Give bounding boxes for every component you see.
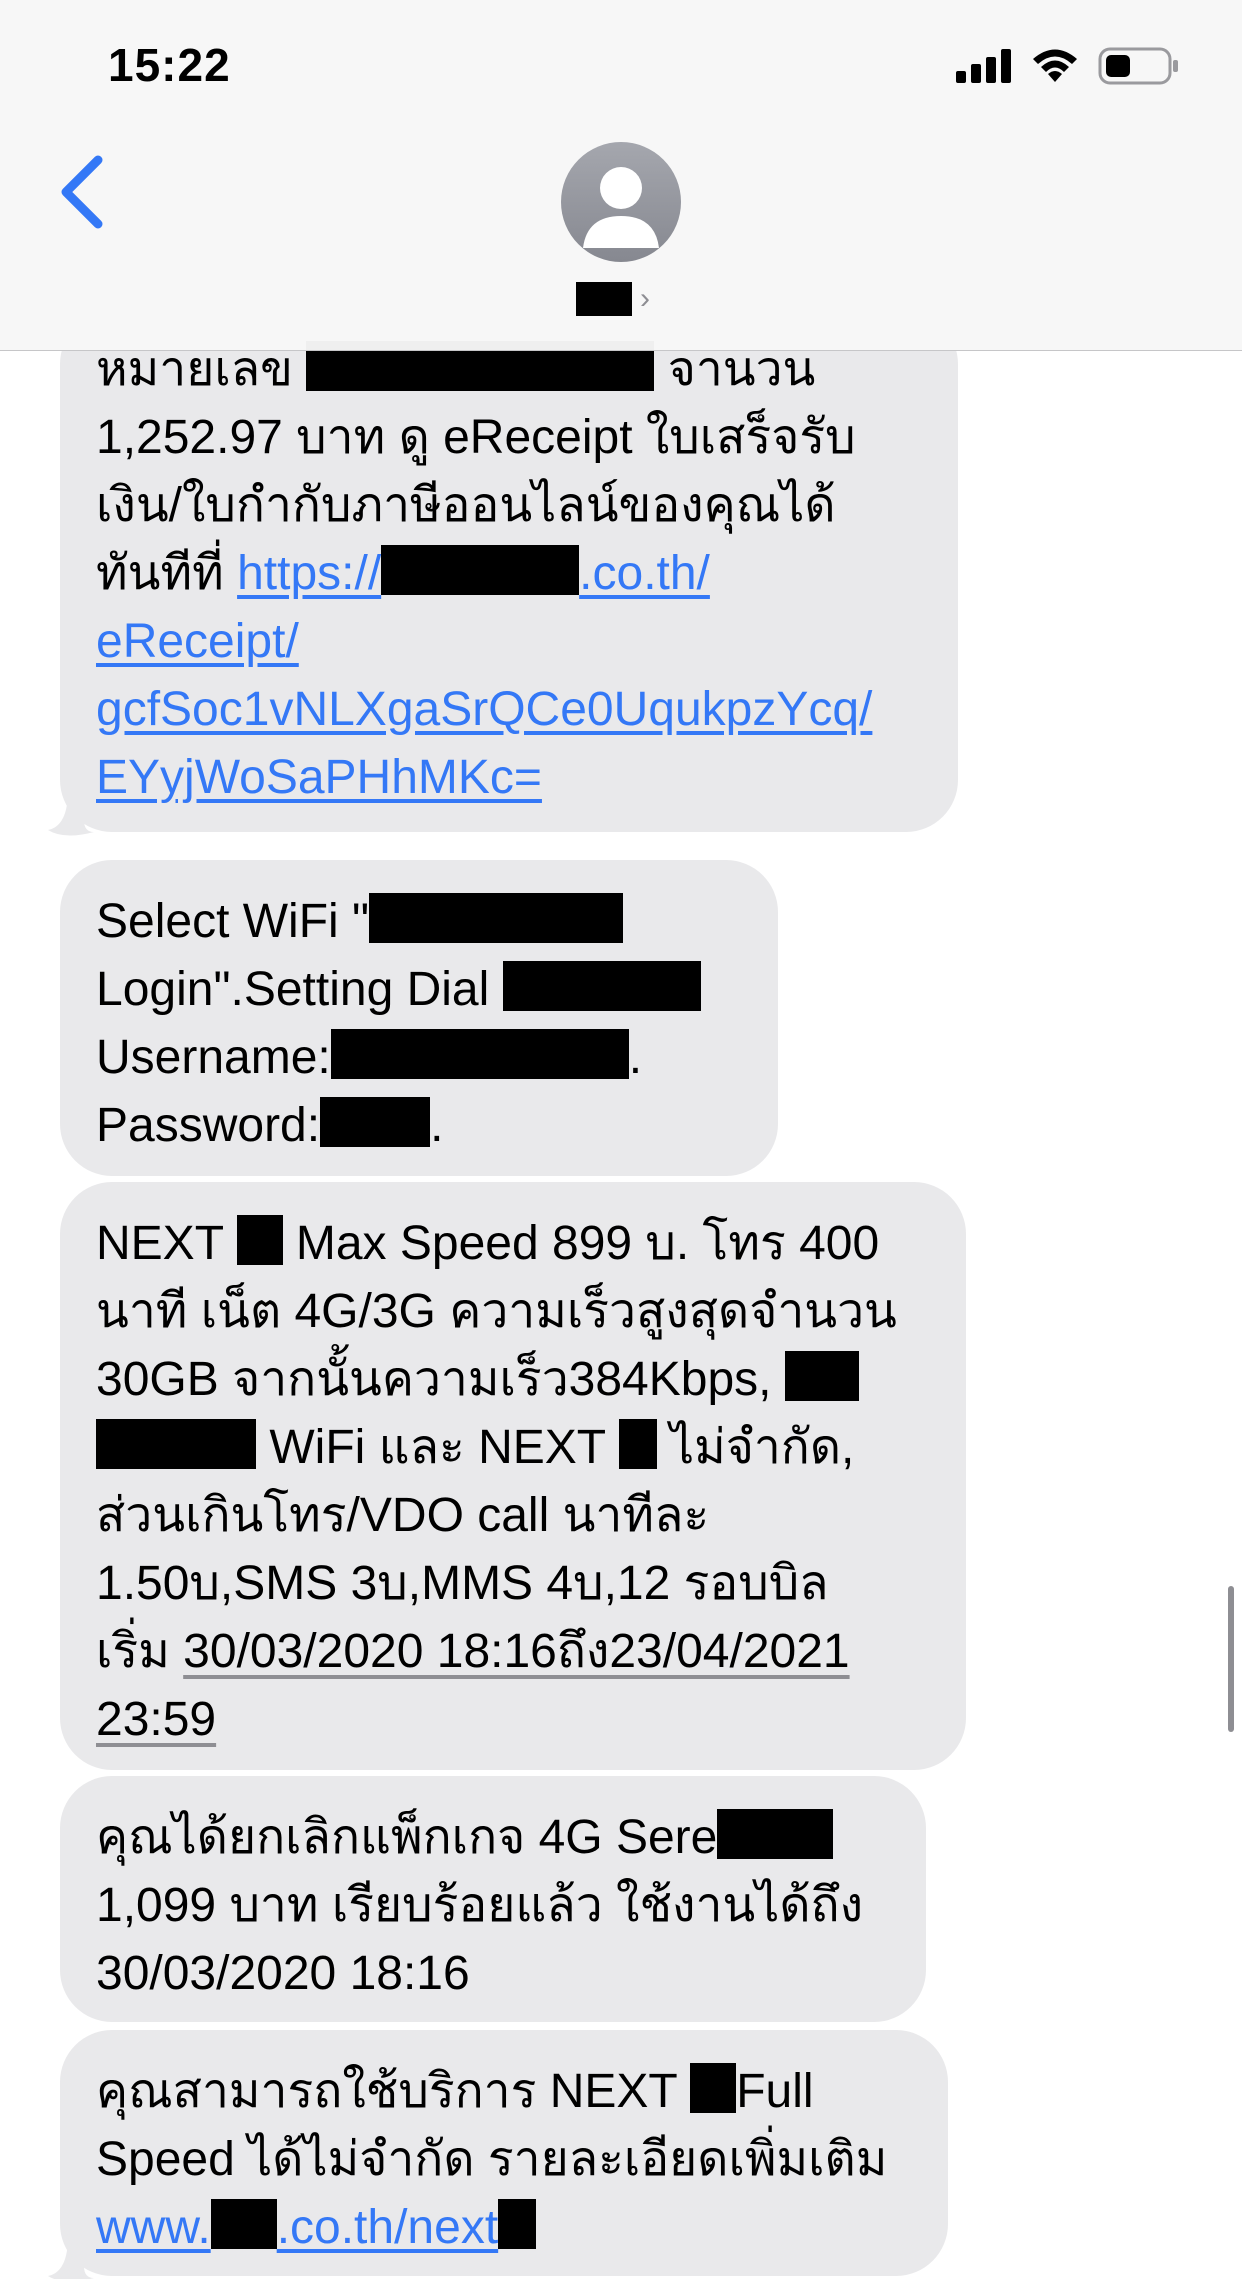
message-text: NEXT <box>96 1217 224 1270</box>
next-link[interactable]: www. .co.th/next <box>96 2199 498 2254</box>
date-link[interactable]: 23:59 <box>96 1693 216 1746</box>
message-bubble-next[interactable]: คุณสามารถใช้บริการ NEXT Full Speed ได้ไม… <box>60 2030 948 2276</box>
chevron-right-icon: › <box>640 282 650 315</box>
message-text: Username: <box>96 1031 331 1084</box>
receipt-link[interactable]: gcfSoc1vNLXgaSrQCe0UqukpzYcq/ <box>96 683 872 736</box>
redacted-block <box>330 1029 629 1079</box>
redacted-block <box>784 1351 859 1401</box>
redacted-block <box>381 545 580 595</box>
avatar[interactable] <box>561 142 681 262</box>
message-text: WiFi และ NEXT <box>269 1421 606 1474</box>
date-link[interactable]: 30/03/2020 18:16ถึง23/04/2021 <box>183 1625 849 1678</box>
redacted-block <box>320 1097 431 1147</box>
redacted-block <box>210 2199 277 2249</box>
receipt-link[interactable]: eReceipt/ <box>96 615 299 668</box>
message-bubble-package[interactable]: NEXT Max Speed 899 บ. โทร 400 นาที เน็ต … <box>60 1182 966 1770</box>
contact-name[interactable]: › <box>576 282 650 316</box>
status-time: 15:22 <box>108 39 231 91</box>
back-chevron-icon[interactable] <box>56 154 106 230</box>
message-text: 1.50บ,SMS 3บ,MMS 4บ,12 รอบบิล <box>96 1557 829 1610</box>
message-text: คุณสามารถใช้บริการ NEXT <box>96 2065 677 2118</box>
conversation-header: 15:22 › <box>0 0 1242 351</box>
message-bubble-wifi[interactable]: Select WiFi " Login".Setting Dial Userna… <box>60 860 778 1176</box>
redacted-block <box>690 2063 737 2113</box>
redacted-block <box>369 893 624 943</box>
message-text: นาที เน็ต 4G/3G ความเร็วสูงสุดจำนวน <box>96 1285 897 1338</box>
message-text: ส่วนเกินโทร/VDO call นาทีละ <box>96 1489 710 1542</box>
receipt-link[interactable]: EYyjWoSaPHhMKc= <box>96 751 542 804</box>
receipt-link[interactable]: https://.co.th/ <box>237 545 710 600</box>
redacted-block <box>498 2199 537 2249</box>
message-text: 1,099 บาท เรียบร้อยแล้ว ใช้งานได้ถึง <box>96 1879 864 1932</box>
bubble-tail <box>48 790 94 836</box>
redacted-block <box>502 961 701 1011</box>
redacted-block <box>717 1809 834 1859</box>
message-text: Speed ได้ไม่จำกัด รายละเอียดเพิ่มเติม <box>96 2133 888 2186</box>
message-text: ทันทีที่ <box>96 547 224 600</box>
message-text: คุณได้ยกเลิกแพ็กเกจ 4G Sere <box>96 1811 718 1864</box>
message-text: 1,252.97 บาท ดู eReceipt ใบเสร็จรับ <box>96 411 856 464</box>
message-text: Select WiFi " <box>96 895 370 948</box>
redacted-block <box>576 282 632 316</box>
redacted-block <box>236 1215 283 1265</box>
message-bubble-receipt[interactable]: หมายเลข จานวน 1,252.97 บาท ดู eReceipt ใ… <box>60 312 958 832</box>
message-text: Login".Setting Dial <box>96 963 490 1016</box>
message-text: เริ่ม <box>96 1625 170 1678</box>
status-icons <box>956 46 1180 86</box>
person-icon <box>583 167 659 248</box>
date-link[interactable]: 30/03/2020 18:16 <box>96 1947 470 2000</box>
redacted-block <box>618 1419 657 1469</box>
message-text: Password: <box>96 1099 321 1152</box>
wifi-icon <box>1033 49 1077 82</box>
bubble-tail <box>48 2236 94 2279</box>
message-bubble-cancel[interactable]: คุณได้ยกเลิกแพ็กเกจ 4G Sere 1,099 บาท เร… <box>60 1776 926 2022</box>
battery-icon <box>1098 47 1178 85</box>
message-text: 30GB จากนั้นความเร็ว384Kbps, <box>96 1353 772 1406</box>
redacted-block <box>96 1419 256 1469</box>
cellular-signal-icon <box>956 49 1011 83</box>
message-text: เงิน/ใบกำกับภาษีออนไลน์ของคุณได้ <box>96 479 836 532</box>
scrollbar[interactable] <box>1228 1586 1234 1732</box>
